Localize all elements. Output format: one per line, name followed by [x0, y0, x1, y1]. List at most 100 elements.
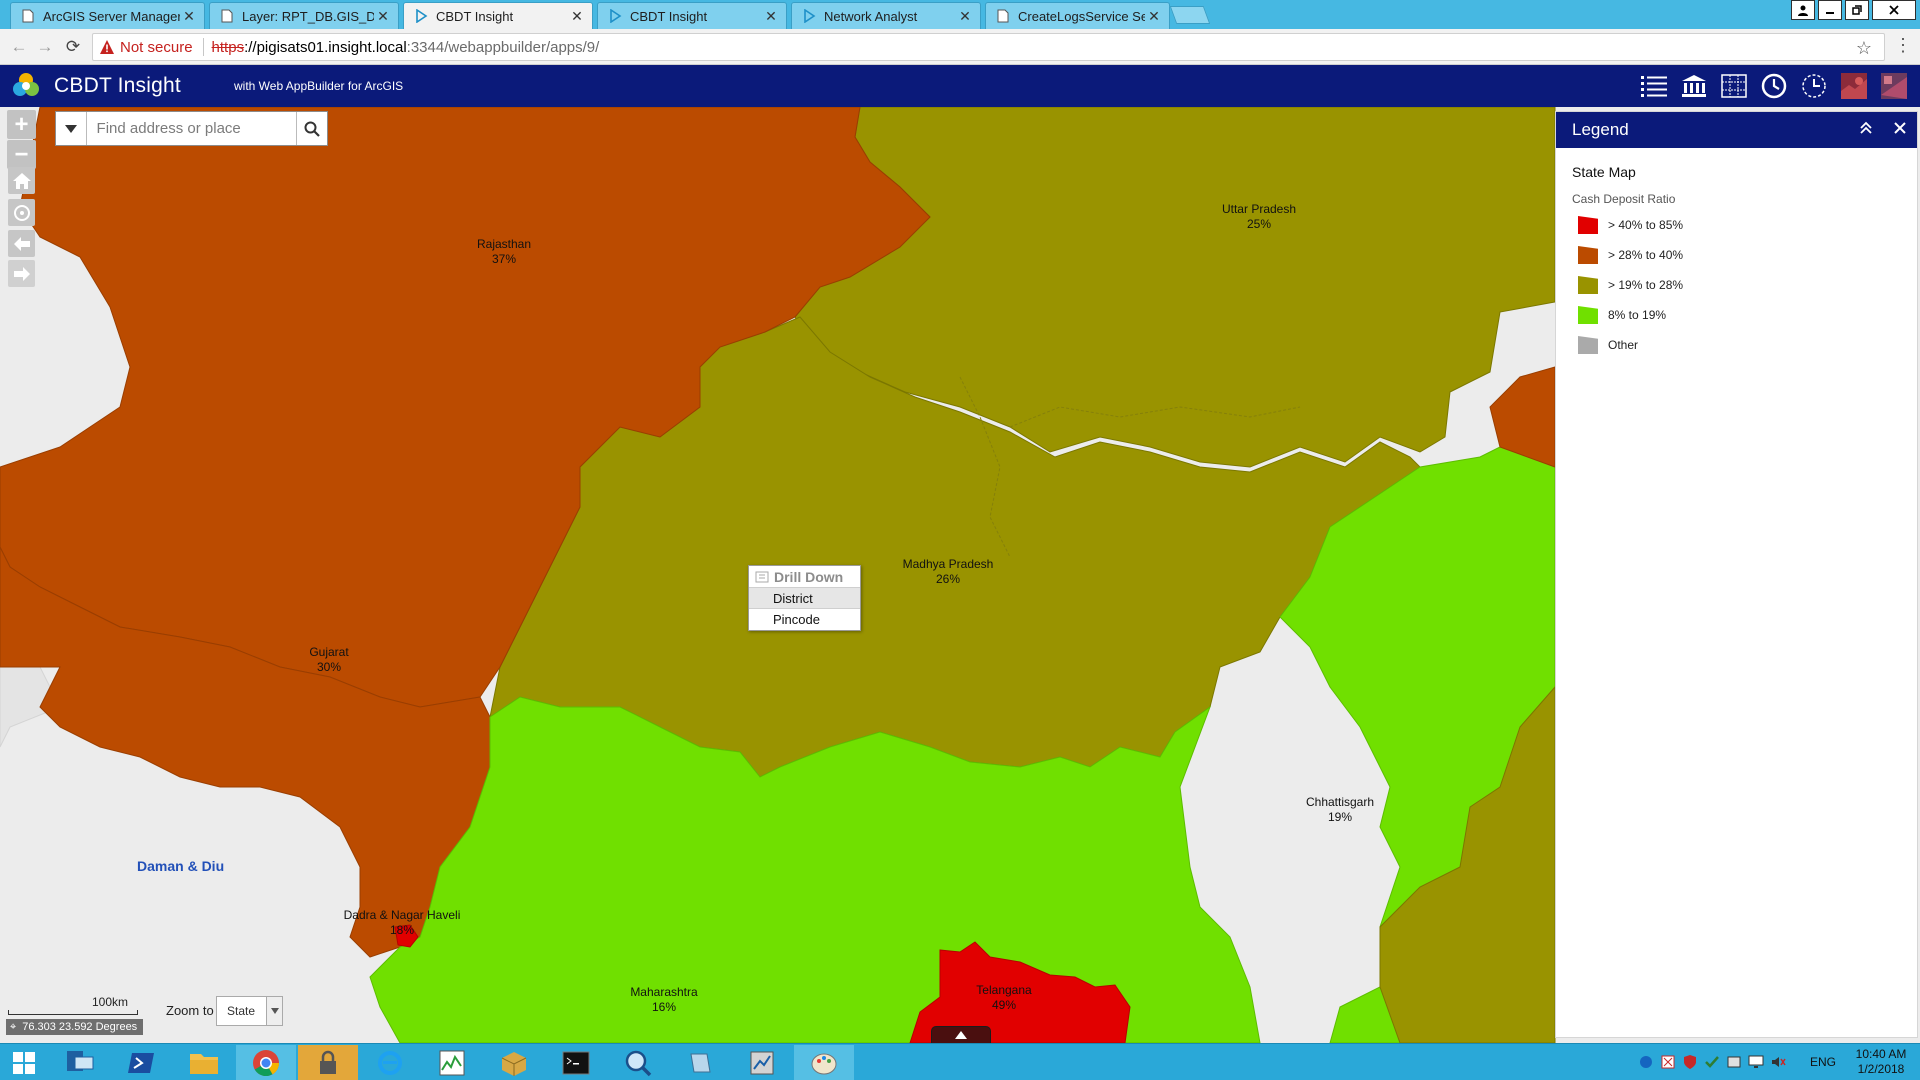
server-manager-taskbar-icon[interactable]: [50, 1045, 110, 1080]
bank-icon[interactable]: [1680, 72, 1708, 100]
chrome-taskbar-icon[interactable]: [236, 1045, 296, 1080]
zoom-to-select[interactable]: State: [216, 996, 283, 1026]
legend-swatch: [1578, 306, 1598, 324]
search-input[interactable]: [86, 112, 296, 145]
state-label-uttar-pradesh: Uttar Pradesh 25%: [1221, 202, 1297, 231]
package-taskbar-icon[interactable]: [484, 1045, 544, 1080]
legend-item: > 19% to 28%: [1578, 270, 1917, 300]
lock-app-taskbar-icon[interactable]: [298, 1045, 358, 1080]
browser-menu-icon[interactable]: ⋮: [1894, 35, 1912, 56]
bookmark-star-icon[interactable]: ☆: [1856, 38, 1872, 59]
powershell-taskbar-icon[interactable]: [112, 1045, 172, 1080]
tray-check-icon[interactable]: [1704, 1054, 1720, 1070]
tab-close-icon[interactable]: ✕: [568, 8, 586, 25]
browser-tab-5[interactable]: CreateLogsService Servic ✕: [985, 2, 1170, 29]
app-subtitle: with Web AppBuilder for ArcGIS: [234, 79, 404, 93]
search-button[interactable]: [295, 112, 327, 145]
forward-icon[interactable]: →: [34, 36, 56, 58]
notepad-taskbar-icon[interactable]: [670, 1045, 730, 1080]
page-icon: [997, 9, 1009, 23]
system-clock[interactable]: 10:40 AM 1/2/2018: [1846, 1047, 1916, 1077]
tray-app-icon[interactable]: [1660, 1054, 1676, 1070]
restore-icon[interactable]: [1845, 0, 1869, 20]
legend-item: > 40% to 85%: [1578, 210, 1917, 240]
tray-volume-muted-icon[interactable]: [1770, 1054, 1786, 1070]
start-button[interactable]: [0, 1045, 48, 1080]
tab-close-icon[interactable]: ✕: [1145, 8, 1163, 25]
menu-item-district[interactable]: District: [749, 588, 860, 609]
time-slider-icon[interactable]: [1800, 72, 1828, 100]
history-icon[interactable]: [1760, 72, 1788, 100]
tab-close-icon[interactable]: ✕: [956, 8, 974, 25]
grid-map-icon[interactable]: [1720, 72, 1748, 100]
thumbnail-1-icon[interactable]: [1840, 72, 1868, 100]
tab-close-icon[interactable]: ✕: [762, 8, 780, 25]
tray-network-icon[interactable]: [1638, 1054, 1654, 1070]
menu-item-pincode[interactable]: Pincode: [749, 609, 860, 630]
coordinate-value: 76.303 23.592 Degrees: [22, 1021, 138, 1033]
search-icon: [304, 121, 320, 137]
tab-title: CBDT Insight: [630, 8, 708, 24]
search-source-dropdown[interactable]: [56, 112, 87, 145]
tab-close-icon[interactable]: ✕: [180, 8, 198, 25]
windows-taskbar: ENG 10:40 AM 1/2/2018: [0, 1043, 1920, 1080]
tab-title: Network Analyst: [824, 8, 918, 24]
legend-swatch: [1578, 276, 1598, 294]
previous-extent-button[interactable]: [8, 230, 35, 257]
security-label[interactable]: Not secure: [120, 39, 193, 56]
state-label-rajasthan: Rajasthan 37%: [476, 237, 532, 266]
my-location-button[interactable]: [8, 199, 35, 226]
collapse-icon[interactable]: [1849, 121, 1883, 140]
chevron-down-icon: [266, 997, 282, 1025]
attribute-table-toggle[interactable]: [931, 1026, 991, 1043]
file-explorer-taskbar-icon[interactable]: [174, 1045, 234, 1080]
chevron-down-icon: [64, 124, 77, 133]
home-button[interactable]: [8, 167, 35, 194]
scalebar: [8, 1010, 138, 1015]
command-prompt-taskbar-icon[interactable]: [546, 1045, 606, 1080]
zoom-to-label: Zoom to: [166, 1003, 214, 1018]
search-widget: [55, 111, 328, 146]
browser-tab-1[interactable]: Layer: RPT_DB.GIS_DISTR ✕: [209, 2, 399, 29]
user-icon[interactable]: [1791, 0, 1815, 20]
thumbnail-2-icon[interactable]: [1880, 72, 1908, 100]
tray-shield-icon[interactable]: [1682, 1054, 1698, 1070]
tab-close-icon[interactable]: ✕: [374, 8, 392, 25]
arcgis-pro-taskbar-icon[interactable]: [732, 1045, 792, 1080]
internet-explorer-taskbar-icon[interactable]: [360, 1045, 420, 1080]
legend-panel: Legend State Map Cash Deposit Ratio > 40…: [1555, 111, 1918, 1038]
state-label-maharashtra: Maharashtra 16%: [630, 985, 698, 1014]
home-icon: [12, 172, 31, 189]
list-icon[interactable]: [1640, 72, 1668, 100]
app-title: CBDT Insight: [54, 74, 181, 97]
legend-item: 8% to 19%: [1578, 300, 1917, 330]
new-tab-button[interactable]: [1169, 6, 1211, 24]
zoom-in-button[interactable]: +: [7, 110, 36, 139]
legend-item: Other: [1578, 330, 1917, 360]
webappbuilder-icon: [610, 9, 622, 23]
back-icon[interactable]: ←: [8, 36, 30, 58]
search-app-taskbar-icon[interactable]: [608, 1045, 668, 1080]
browser-tab-2[interactable]: CBDT Insight ✕: [403, 2, 593, 29]
zoom-to-value: State: [227, 1004, 256, 1018]
browser-tab-4[interactable]: Network Analyst ✕: [791, 2, 981, 29]
reload-icon[interactable]: ⟳: [62, 36, 84, 58]
address-bar-row: ← → ⟳ Not secure https ://pigisats01.ins…: [0, 29, 1920, 65]
language-indicator[interactable]: ENG: [1810, 1055, 1836, 1069]
tray-window-icon[interactable]: [1726, 1054, 1742, 1070]
browser-tab-0[interactable]: ArcGIS Server Manager ✕: [10, 2, 205, 29]
task-manager-taskbar-icon[interactable]: [422, 1045, 482, 1080]
minimize-icon[interactable]: [1818, 0, 1842, 20]
paint-taskbar-icon[interactable]: [794, 1045, 854, 1080]
next-extent-button[interactable]: [8, 260, 35, 287]
coordinate-readout[interactable]: ⌖ 76.303 23.592 Degrees: [6, 1019, 144, 1035]
legend-layer-name: State Map: [1572, 164, 1636, 180]
zoom-out-button[interactable]: −: [7, 140, 36, 169]
url-input[interactable]: Not secure https ://pigisats01.insight.l…: [92, 33, 1885, 61]
tray-monitor-icon[interactable]: [1748, 1054, 1764, 1070]
map-view[interactable]: Rajasthan 37% Uttar Pradesh 25% Madhya Pra…: [0, 107, 1920, 1043]
close-icon[interactable]: [1883, 121, 1917, 139]
close-window-icon[interactable]: [1872, 0, 1916, 20]
drill-down-icon: [755, 571, 769, 582]
browser-tab-3[interactable]: CBDT Insight ✕: [597, 2, 787, 29]
